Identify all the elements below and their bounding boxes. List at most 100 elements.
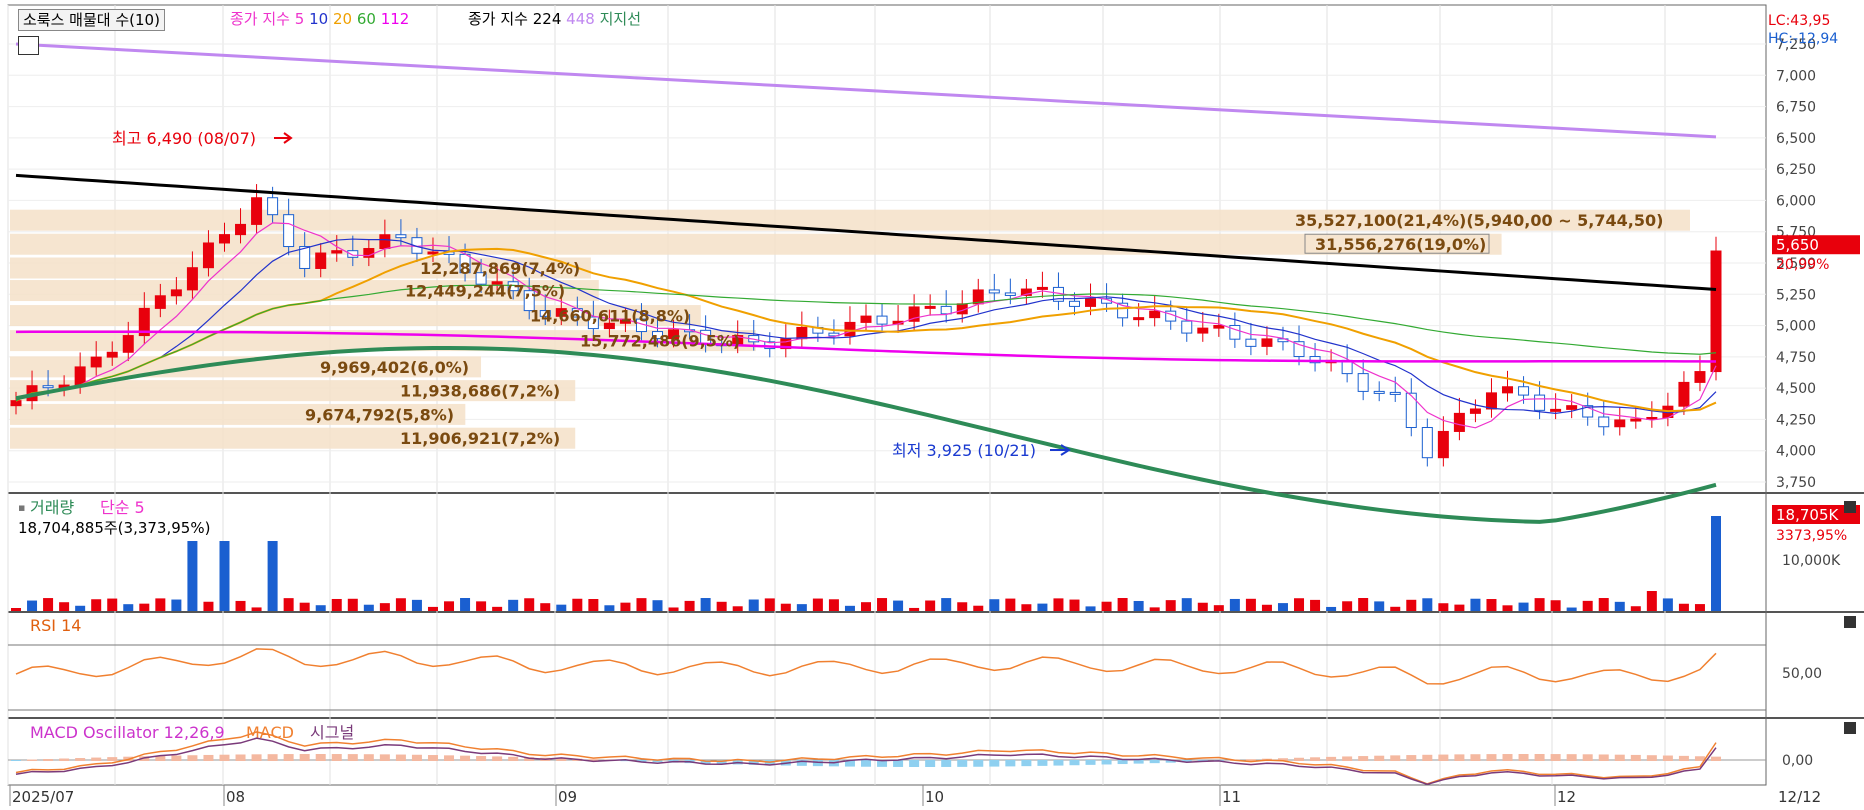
macd-bar: [219, 754, 230, 761]
candle: [122, 335, 134, 353]
volume-bar: [1149, 607, 1160, 611]
candle: [170, 289, 182, 297]
candle: [1550, 408, 1562, 412]
macd-bar: [395, 754, 406, 761]
price-tick: 4,000: [1776, 444, 1816, 460]
x-date: 12/12: [1778, 788, 1821, 806]
volume-bar: [1711, 516, 1721, 611]
ma5-label: 5: [294, 10, 305, 28]
candle: [1197, 327, 1209, 334]
volume-bar: [973, 605, 984, 611]
volume-bar: [1390, 606, 1401, 611]
macd-bar: [1406, 755, 1417, 761]
volume-profile-label: 15,772,486(9,5%): [580, 332, 740, 351]
candle: [267, 197, 279, 216]
volume-bar: [1261, 604, 1272, 611]
volume-bar: [1694, 604, 1705, 611]
volume-bar: [1277, 603, 1288, 611]
volume-bar: [844, 605, 855, 611]
volume-bar: [123, 604, 134, 611]
macd-bar: [11, 760, 21, 761]
volume-value: 18,704,885주(3,373,95%): [18, 519, 210, 537]
macd-bar: [1678, 755, 1689, 761]
macd-bar: [1149, 760, 1160, 764]
price-tick: 6,000: [1776, 193, 1816, 209]
stock-chart[interactable]: 7,2507,0006,7506,5006,2506,0005,7505,500…: [0, 0, 1864, 810]
macd-bar: [1358, 756, 1369, 761]
candle: [988, 289, 1000, 294]
volume-bar: [700, 598, 711, 611]
volume-bar: [43, 598, 54, 611]
table-icon[interactable]: [18, 36, 39, 55]
candle: [1502, 386, 1514, 394]
hc-label: HC:-12,94: [1768, 31, 1838, 47]
price-tick: 6,750: [1776, 100, 1816, 116]
macd-bar: [492, 756, 503, 761]
ma10-label: 10: [309, 10, 329, 28]
macd-bar: [91, 757, 102, 761]
rsi-title: RSI 14: [30, 616, 81, 635]
volume-bar: [1566, 607, 1577, 611]
candle: [106, 351, 118, 358]
macd-bar: [1294, 757, 1305, 761]
volume-badge-text: 18,705K: [1776, 506, 1839, 524]
ma112-label: 112: [380, 10, 410, 28]
volume-bar: [572, 598, 583, 611]
price-tick: 4,250: [1776, 412, 1816, 428]
macd-bar: [251, 754, 262, 761]
volume-bar: [1406, 599, 1417, 611]
macd-bar: [460, 755, 471, 761]
volume-bar: [812, 598, 823, 611]
volume-bar: [1422, 598, 1433, 611]
volume-tick: 10,000K: [1782, 553, 1841, 569]
volume-bar: [27, 600, 38, 611]
macd-bar: [203, 754, 214, 761]
macd-bar: [909, 760, 920, 767]
volume-bar: [732, 606, 743, 611]
volume-bar: [1646, 591, 1657, 611]
macd-bar: [861, 760, 871, 767]
macd-bar: [267, 754, 278, 761]
macd-bar: [476, 756, 487, 761]
macd-bar: [1502, 754, 1513, 761]
volume-bar: [828, 599, 839, 611]
macd-bar: [379, 754, 390, 761]
macd-bar: [1646, 755, 1657, 761]
price-tick: 3,750: [1776, 475, 1816, 491]
macd-bar: [957, 760, 968, 767]
macd-bar: [1101, 760, 1112, 765]
macd-bar: [1550, 754, 1561, 761]
volume-ma-label: 단순 5: [100, 498, 145, 517]
volume-profile-label: 11,906,921(7,2%): [400, 429, 560, 448]
volume-bar: [203, 601, 214, 611]
volume-bar: [476, 601, 487, 611]
macd-bar: [1582, 754, 1593, 761]
volume-bar: [1454, 604, 1465, 611]
volume-bar: [267, 541, 278, 611]
candle: [860, 315, 872, 323]
volume-bar: [219, 541, 230, 611]
volume-bar: [796, 604, 807, 611]
volume-bar: [989, 599, 1000, 611]
volume-bar: [315, 605, 326, 611]
volume-profile-button[interactable]: 소룩스 매물대 수(10): [18, 9, 165, 31]
volume-bar: [925, 600, 936, 611]
volume-profile-label: 12,287,869(7,4%): [420, 259, 580, 278]
volume-bar: [668, 607, 679, 611]
price-tick: 4,500: [1776, 381, 1816, 397]
panel-close-icon: [1844, 616, 1856, 628]
volume-bar: [1310, 599, 1321, 611]
volume-profile-label: 14,660,611(8,8%): [530, 307, 690, 326]
macd-bar: [427, 755, 438, 761]
volume-bar: [1662, 598, 1673, 611]
volume-bar: [524, 598, 535, 611]
macd-bar: [989, 760, 1000, 767]
candle: [154, 295, 166, 309]
candle: [1133, 317, 1145, 321]
candle: [1373, 390, 1385, 394]
macd-bar: [1005, 760, 1016, 767]
ma448-label: 448: [566, 10, 595, 28]
volume-bar: [957, 602, 968, 611]
candle: [796, 326, 808, 340]
candle: [1213, 324, 1225, 329]
